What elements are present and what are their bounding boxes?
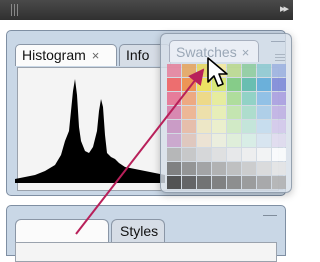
drag-annotation-arrow [75,68,205,235]
mouse-cursor-icon [207,57,228,87]
